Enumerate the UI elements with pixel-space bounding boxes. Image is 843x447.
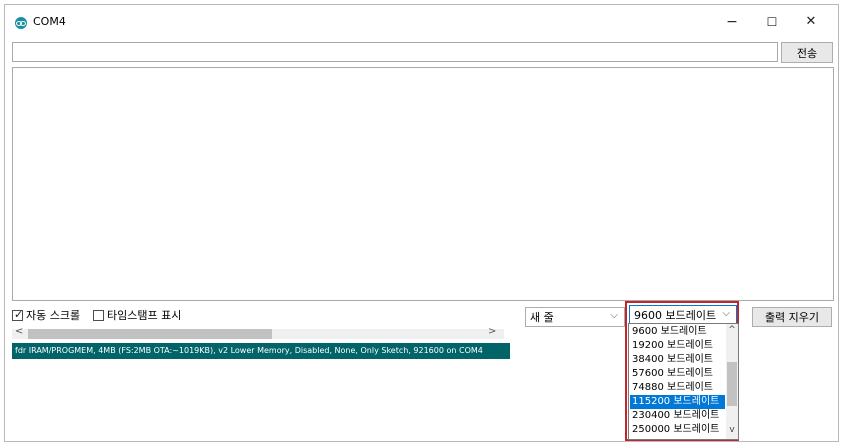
baud-option[interactable]: 38400 보드레이트 [630,353,725,367]
baud-rate-value: 9600 보드레이트 [634,309,717,322]
baud-option[interactable]: 57600 보드레이트 [630,367,725,381]
scrollbar-thumb[interactable] [28,329,272,339]
scroll-up-icon[interactable]: ^ [727,325,737,335]
baud-option[interactable]: 230400 보드레이트 [630,409,725,423]
baud-option-highlighted[interactable]: 115200 보드레이트 [630,395,725,409]
maximize-button[interactable]: ☐ [754,5,790,38]
clear-output-button[interactable]: 출력 지우기 [752,307,832,327]
horizontal-scrollbar[interactable]: < > [12,326,504,339]
board-status-bar: fdr IRAM/PROGMEM, 4MB (FS:2MB OTA:~1019K… [12,343,510,359]
baud-option[interactable]: 19200 보드레이트 [630,339,725,353]
scroll-down-icon[interactable]: v [727,425,737,435]
autoscroll-checkbox[interactable]: ✓ [12,308,24,321]
send-button[interactable]: 전송 [781,42,833,63]
scroll-left-icon[interactable]: < [15,326,23,337]
baud-option[interactable]: 74880 보드레이트 [630,381,725,395]
dropdown-scrollbar[interactable]: ^ v [726,324,738,439]
close-button[interactable]: ✕ [793,5,829,38]
baud-option[interactable]: 250000 보드레이트 [630,423,725,437]
serial-output-area[interactable] [12,67,834,301]
baud-rate-select[interactable]: 9600 보드레이트 ⌵ [629,305,737,325]
checkbox-checked-icon: ✓ [14,308,24,321]
baud-rate-dropdown-list[interactable]: 9600 보드레이트 19200 보드레이트 38400 보드레이트 57600… [628,323,739,440]
autoscroll-label: 자동 스크롤 [26,309,81,322]
arduino-app-icon [15,17,27,29]
line-ending-value: 새 줄 [530,311,554,324]
line-ending-select[interactable]: 새 줄 ⌵ [525,307,625,327]
dropdown-scrollbar-thumb[interactable] [727,362,737,406]
send-input[interactable] [12,42,778,62]
window-title: COM4 [33,15,66,28]
title-bar: COM4 − ☐ ✕ [5,5,838,38]
timestamp-label: 타임스탬프 표시 [107,309,182,322]
baud-option[interactable]: 9600 보드레이트 [630,325,725,339]
serial-monitor-window: COM4 − ☐ ✕ 전송 ✓ 자동 스크롤 타임스탬프 표시 새 줄 ⌵ 96… [4,4,839,442]
scroll-right-icon[interactable]: > [488,326,496,337]
minimize-button[interactable]: − [714,5,750,38]
chevron-down-icon: ⌵ [610,310,618,321]
timestamp-checkbox[interactable] [93,310,104,321]
chevron-down-icon: ⌵ [722,308,730,319]
